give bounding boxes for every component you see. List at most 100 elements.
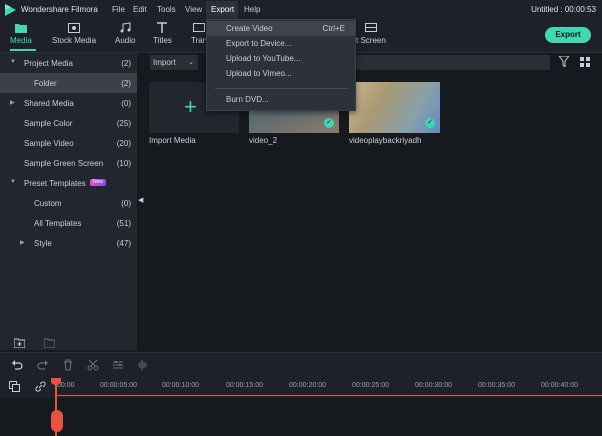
sidebar-item-shared-media[interactable]: ▶ Shared Media (0) bbox=[0, 93, 137, 113]
menu-view[interactable]: View bbox=[185, 5, 202, 14]
media-clip-name: video_2 bbox=[249, 136, 278, 145]
delete-icon[interactable] bbox=[62, 359, 74, 371]
sidebar-item-folder[interactable]: Folder (2) bbox=[0, 73, 137, 93]
menu-item-label: Burn DVD... bbox=[226, 95, 269, 104]
export-menu-dropdown: Create Video Ctrl+E Export to Device... … bbox=[206, 19, 356, 111]
menu-tools[interactable]: Tools bbox=[157, 5, 176, 14]
media-clip-thumbnail[interactable]: ✓ bbox=[349, 82, 440, 133]
menu-item-shortcut: Ctrl+E bbox=[322, 24, 345, 33]
sidebar-item-all-templates[interactable]: All Templates (51) bbox=[0, 213, 137, 233]
sidebar-item-custom[interactable]: Custom (0) bbox=[0, 193, 137, 213]
sidebar-item-count: (2) bbox=[121, 59, 131, 68]
tab-split-screen-label: t Screen bbox=[356, 36, 386, 45]
import-button-label: Import bbox=[153, 58, 176, 67]
menu-item-label: Upload to Vimeo... bbox=[226, 69, 292, 78]
menu-edit[interactable]: Edit bbox=[133, 5, 147, 14]
timeline-tick-label: 00:00:05:00 bbox=[100, 382, 137, 389]
sidebar-item-label: Shared Media bbox=[24, 99, 74, 108]
filter-icon[interactable] bbox=[559, 56, 569, 67]
sidebar-item-sample-color[interactable]: Sample Color (25) bbox=[0, 113, 137, 133]
playhead-knob[interactable] bbox=[51, 410, 63, 432]
new-folder-icon[interactable] bbox=[14, 338, 25, 348]
sidebar-item-label: Project Media bbox=[24, 59, 73, 68]
sidebar-item-label: Style bbox=[34, 239, 52, 248]
project-title: Untitled : 00:00:53 bbox=[531, 5, 596, 14]
plus-icon: + bbox=[184, 94, 197, 119]
timeline-tick-label: 00:00:30:00 bbox=[415, 382, 452, 389]
sidebar-item-label: Folder bbox=[34, 79, 57, 88]
tab-stock-media[interactable]: Stock Media bbox=[52, 22, 96, 45]
link-icon[interactable] bbox=[35, 381, 46, 392]
menu-export[interactable]: Export bbox=[211, 5, 234, 14]
expand-right-icon: ▶ bbox=[10, 100, 15, 106]
sidebar-item-count: (0) bbox=[121, 99, 131, 108]
timeline-tick-label: 00:00:15:00 bbox=[226, 382, 263, 389]
timeline-tick-label: 00:00:35:00 bbox=[478, 382, 515, 389]
expand-down-icon: ▼ bbox=[10, 179, 16, 185]
transition-icon bbox=[193, 23, 206, 32]
media-clip-name: videoplaybackriyadh bbox=[349, 136, 422, 145]
sidebar-item-label: Sample Color bbox=[24, 119, 73, 128]
import-media-label: Import Media bbox=[149, 136, 196, 145]
sidebar-item-count: (51) bbox=[116, 219, 131, 228]
tab-audio-label: Audio bbox=[115, 36, 136, 45]
adjust-icon[interactable] bbox=[112, 359, 124, 371]
menu-file[interactable]: File bbox=[112, 5, 125, 14]
chevron-left-icon: ◀ bbox=[138, 197, 144, 204]
menu-item-export-to-device[interactable]: Export to Device... bbox=[207, 36, 355, 51]
sidebar-item-preset-templates[interactable]: ▼ Preset Templates New bbox=[0, 173, 137, 193]
split-screen-icon bbox=[364, 23, 377, 32]
sidebar-item-label: All Templates bbox=[34, 219, 82, 228]
sidebar-item-sample-green-screen[interactable]: Sample Green Screen (10) bbox=[0, 153, 137, 173]
tab-titles[interactable]: Titles bbox=[153, 22, 172, 45]
tab-media-label: Media bbox=[10, 36, 32, 45]
tab-transitions-label: Tran bbox=[191, 36, 208, 45]
check-icon: ✓ bbox=[324, 118, 334, 128]
search-input[interactable] bbox=[350, 55, 550, 70]
sidebar-item-count: (10) bbox=[116, 159, 131, 168]
sidebar-item-sample-video[interactable]: Sample Video (20) bbox=[0, 133, 137, 153]
music-note-icon bbox=[120, 22, 131, 33]
sidebar-item-count: (2) bbox=[121, 79, 131, 88]
menu-divider bbox=[215, 88, 349, 89]
filmora-logo-icon bbox=[5, 4, 16, 16]
timeline-tick-label: 00:00:25:00 bbox=[352, 382, 389, 389]
add-track-icon[interactable] bbox=[9, 381, 20, 392]
menu-item-label: Create Video bbox=[226, 24, 273, 33]
scissors-icon[interactable] bbox=[87, 359, 99, 371]
tab-split-screen[interactable]: t Screen bbox=[356, 22, 386, 45]
sidebar-item-count: (25) bbox=[116, 119, 131, 128]
timeline-tick-label: 00:00:10:00 bbox=[162, 382, 199, 389]
tab-transitions[interactable]: Tran bbox=[191, 22, 207, 45]
timeline-tick-label: 00:00:40:00 bbox=[541, 382, 578, 389]
export-button[interactable]: Export bbox=[545, 27, 591, 43]
menu-item-label: Upload to YouTube... bbox=[226, 54, 301, 63]
tab-audio[interactable]: Audio bbox=[115, 22, 135, 45]
sidebar-item-style[interactable]: ▶ Style (47) bbox=[0, 233, 137, 253]
tab-titles-label: Titles bbox=[153, 36, 172, 45]
sidebar-item-count: (0) bbox=[121, 199, 131, 208]
sidebar-item-count: (20) bbox=[116, 139, 131, 148]
folder-outline-icon[interactable] bbox=[44, 338, 55, 348]
redo-icon[interactable] bbox=[37, 359, 49, 371]
sidebar-item-label: Preset Templates bbox=[24, 179, 86, 188]
menu-item-create-video[interactable]: Create Video Ctrl+E bbox=[207, 21, 355, 36]
active-tab-indicator bbox=[10, 49, 36, 51]
collapse-sidebar-handle[interactable]: ◀ bbox=[137, 190, 145, 210]
import-dropdown-button[interactable]: Import ⌄ bbox=[150, 55, 198, 70]
menu-item-upload-vimeo[interactable]: Upload to Vimeo... bbox=[207, 66, 355, 81]
timeline-track-area[interactable] bbox=[0, 398, 602, 436]
tab-stock-media-label: Stock Media bbox=[52, 36, 97, 45]
menu-item-burn-dvd[interactable]: Burn DVD... bbox=[207, 92, 355, 107]
expand-down-icon: ▼ bbox=[10, 59, 16, 65]
sidebar-item-project-media[interactable]: ▼ Project Media (2) bbox=[0, 53, 137, 73]
audio-waveform-icon[interactable] bbox=[137, 359, 149, 371]
grid-view-icon[interactable] bbox=[580, 57, 590, 67]
undo-icon[interactable] bbox=[11, 359, 23, 371]
stock-media-icon bbox=[68, 23, 81, 33]
menu-item-upload-youtube[interactable]: Upload to YouTube... bbox=[207, 51, 355, 66]
text-t-icon bbox=[157, 22, 168, 33]
tab-media[interactable]: Media bbox=[10, 22, 32, 45]
expand-right-icon: ▶ bbox=[20, 240, 25, 246]
menu-help[interactable]: Help bbox=[244, 5, 260, 14]
